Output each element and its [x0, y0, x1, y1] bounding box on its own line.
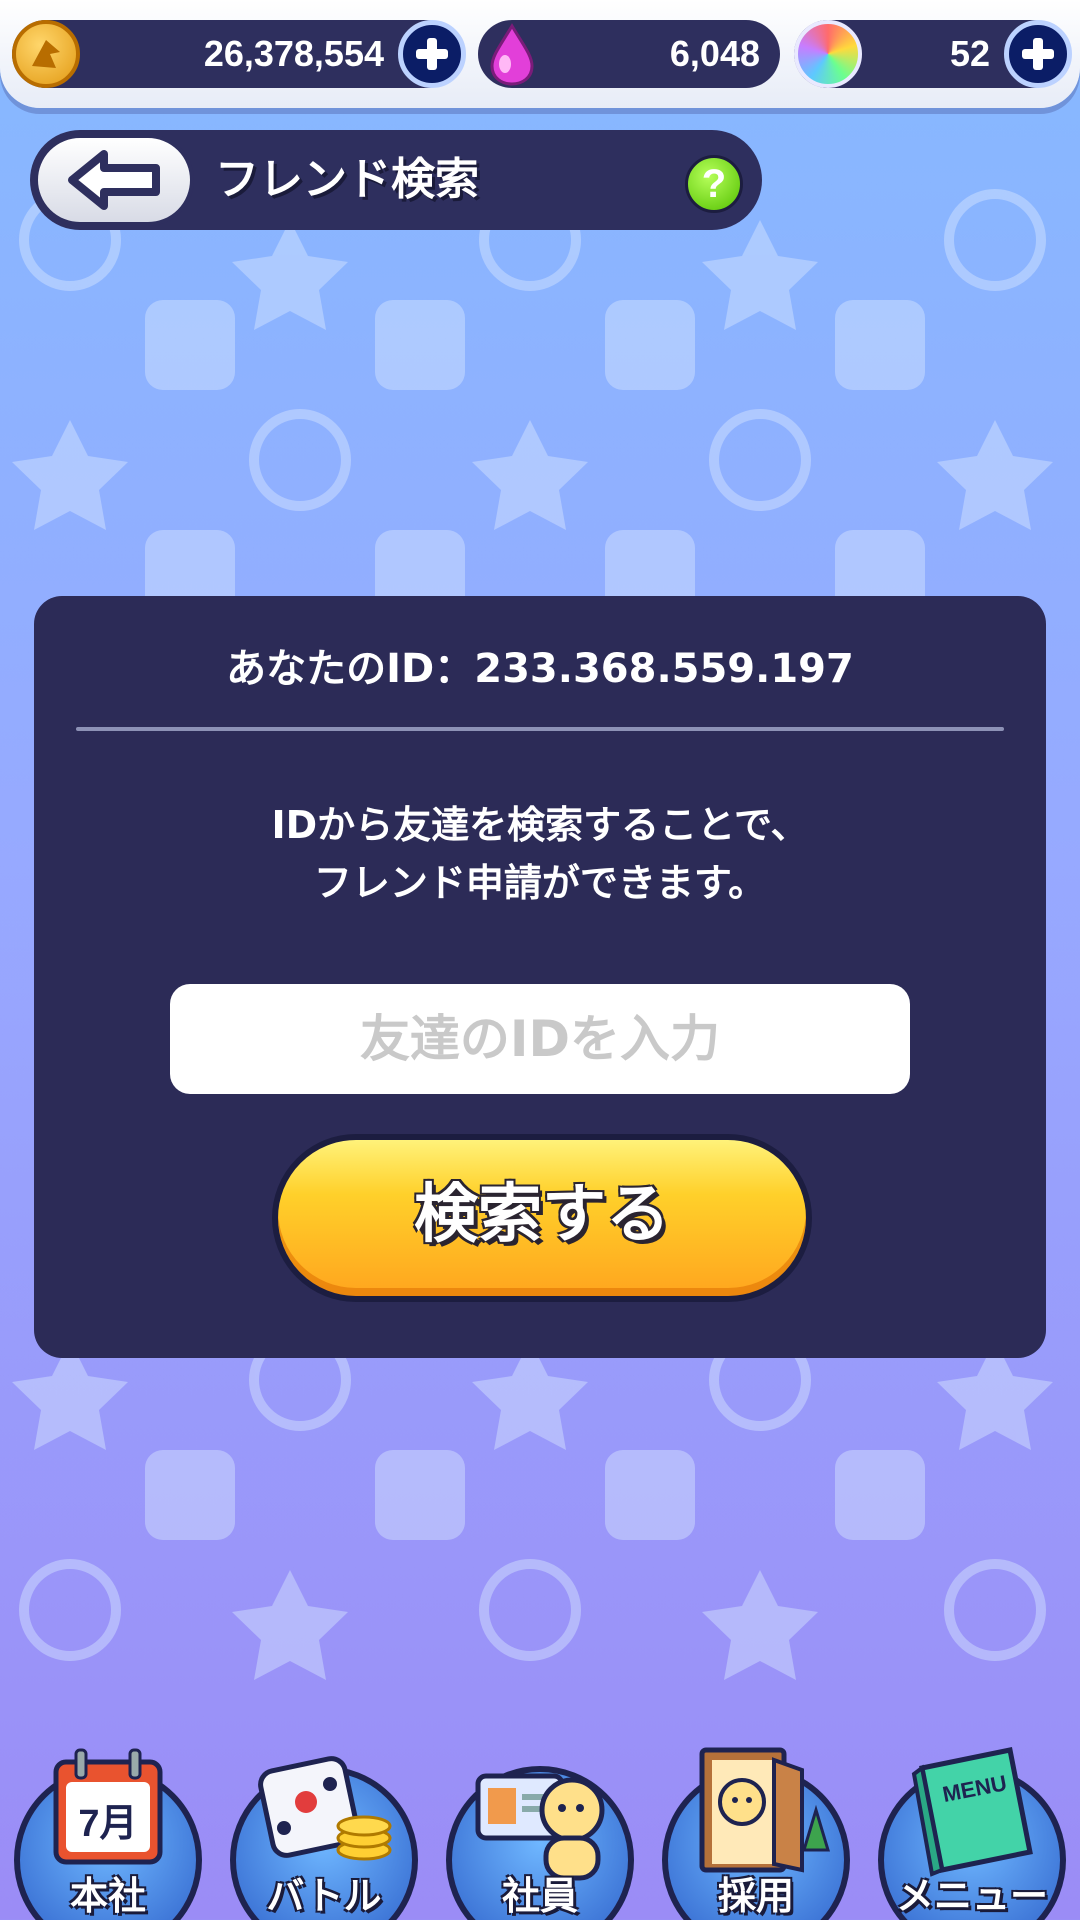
friend-search-panel: あなたのID：233.368.559.197 IDから友達を検索することで、 フ…	[34, 596, 1046, 1358]
drop-svg	[490, 23, 534, 86]
currency-bar: 26,378,554 6,048 52	[0, 0, 1080, 108]
page-header: フレンド検索 ?	[30, 130, 762, 230]
nav-menu[interactable]: MENU メニュー	[872, 1740, 1072, 1920]
search-button[interactable]: 検索する	[272, 1134, 812, 1302]
back-arrow-icon	[68, 150, 160, 210]
gem-counter: 52	[794, 20, 1072, 88]
nav-label-employees: 社員	[501, 1874, 578, 1918]
help-button[interactable]: ?	[685, 155, 743, 213]
drop-counter: 6,048	[478, 20, 780, 88]
friend-id-input[interactable]	[170, 984, 910, 1094]
coin-counter: 26,378,554	[12, 20, 466, 88]
description: IDから友達を検索することで、 フレンド申請ができます。	[34, 796, 1046, 912]
divider	[76, 727, 1004, 731]
nav-recruit[interactable]: 採用	[656, 1740, 856, 1920]
back-button[interactable]	[34, 134, 194, 226]
bottom-nav: 7月 本社 バトル 社員 採用 MENU メニュー	[0, 1720, 1080, 1920]
pink-drop-icon	[478, 20, 546, 88]
add-coin-button[interactable]	[398, 20, 466, 88]
drop-value: 6,048	[669, 33, 760, 74]
nav-label-menu: メニュー	[895, 1874, 1048, 1918]
description-line-2: フレンド申請ができます。	[313, 861, 767, 905]
nav-label-recruit: 採用	[717, 1874, 794, 1918]
your-id-text: あなたのID：233.368.559.197	[226, 646, 854, 692]
description-line-1: IDから友達を検索することで、	[271, 803, 809, 847]
calendar-month: 7月	[78, 1803, 137, 1845]
add-gem-button[interactable]	[1004, 20, 1072, 88]
nav-employees[interactable]: 社員	[440, 1740, 640, 1920]
gem-value: 52	[949, 33, 990, 74]
coin-icon	[12, 20, 80, 88]
nav-label-battle: バトル	[266, 1874, 382, 1918]
coin-emblem	[32, 40, 60, 68]
nav-battle[interactable]: バトル	[224, 1740, 424, 1920]
nav-label-headquarters: 本社	[69, 1874, 146, 1918]
page-title: フレンド検索	[215, 154, 479, 205]
rainbow-gem-icon	[794, 20, 862, 88]
coin-value: 26,378,554	[203, 33, 384, 74]
nav-headquarters[interactable]: 7月 本社	[8, 1740, 208, 1920]
question-mark-icon: ?	[701, 162, 727, 206]
